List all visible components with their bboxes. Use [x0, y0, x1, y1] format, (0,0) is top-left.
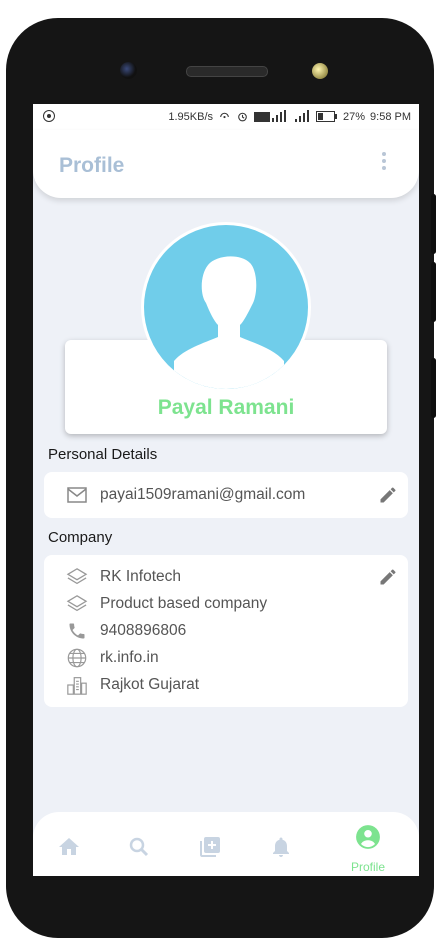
- clock: 9:58 PM: [370, 110, 411, 123]
- screen: 1.95KB/s 27% 9:58 PM Profile Payal Raman…: [33, 104, 419, 876]
- edit-email-icon[interactable]: [378, 485, 398, 505]
- profile-name: Payal Ramani: [157, 396, 295, 419]
- sync-icon: [43, 110, 55, 122]
- avatar[interactable]: [141, 222, 311, 392]
- bottom-navigation: Profile: [33, 812, 419, 876]
- battery-icon: [316, 111, 337, 122]
- mail-icon: [66, 484, 88, 506]
- layers-icon: [66, 593, 88, 615]
- company-name: RK Infotech: [100, 568, 181, 585]
- alarm-icon: [238, 112, 247, 122]
- company-panel: RK Infotech Product based company 940889…: [44, 555, 408, 707]
- company-heading: Company: [48, 529, 113, 546]
- globe-icon: [66, 647, 88, 669]
- proximity-sensor: [312, 63, 328, 79]
- front-camera: [120, 62, 137, 79]
- person-silhouette-icon: [174, 256, 284, 389]
- layers-icon: [66, 566, 88, 588]
- tab-profile-label[interactable]: Profile: [333, 860, 403, 874]
- network-speed: 1.95KB/s: [168, 110, 213, 123]
- personal-details-panel: payai1509ramani@gmail.com: [44, 472, 408, 518]
- personal-details-heading: Personal Details: [48, 446, 158, 463]
- signal-icon: [295, 110, 309, 122]
- company-website: rk.info.in: [100, 649, 159, 666]
- phone-icon: [66, 620, 88, 642]
- add-library-icon[interactable]: [195, 832, 225, 862]
- page-title: Profile: [59, 154, 125, 177]
- volte-signal-icon: [254, 110, 286, 122]
- status-bar: 1.95KB/s 27% 9:58 PM: [33, 104, 419, 130]
- email-value: payai1509ramani@gmail.com: [100, 486, 306, 503]
- volume-button: [431, 194, 436, 254]
- account-circle-icon[interactable]: [353, 822, 383, 852]
- company-type: Product based company: [100, 595, 268, 612]
- power-button: [431, 358, 436, 418]
- company-location: Rajkot Gujarat: [100, 676, 200, 693]
- app-bar: Profile: [33, 130, 419, 198]
- volume-button: [431, 262, 436, 322]
- search-icon[interactable]: [124, 832, 154, 862]
- earpiece-speaker: [186, 66, 268, 77]
- bell-icon[interactable]: [266, 832, 296, 862]
- company-phone: 9408896806: [100, 622, 187, 639]
- city-icon: [66, 674, 88, 696]
- more-vert-icon[interactable]: [381, 152, 387, 172]
- home-icon[interactable]: [54, 832, 84, 862]
- battery-percent: 27%: [343, 110, 366, 123]
- hotspot-icon: [220, 112, 229, 119]
- phone-frame: 1.95KB/s 27% 9:58 PM Profile Payal Raman…: [6, 18, 436, 938]
- edit-company-icon[interactable]: [378, 567, 398, 587]
